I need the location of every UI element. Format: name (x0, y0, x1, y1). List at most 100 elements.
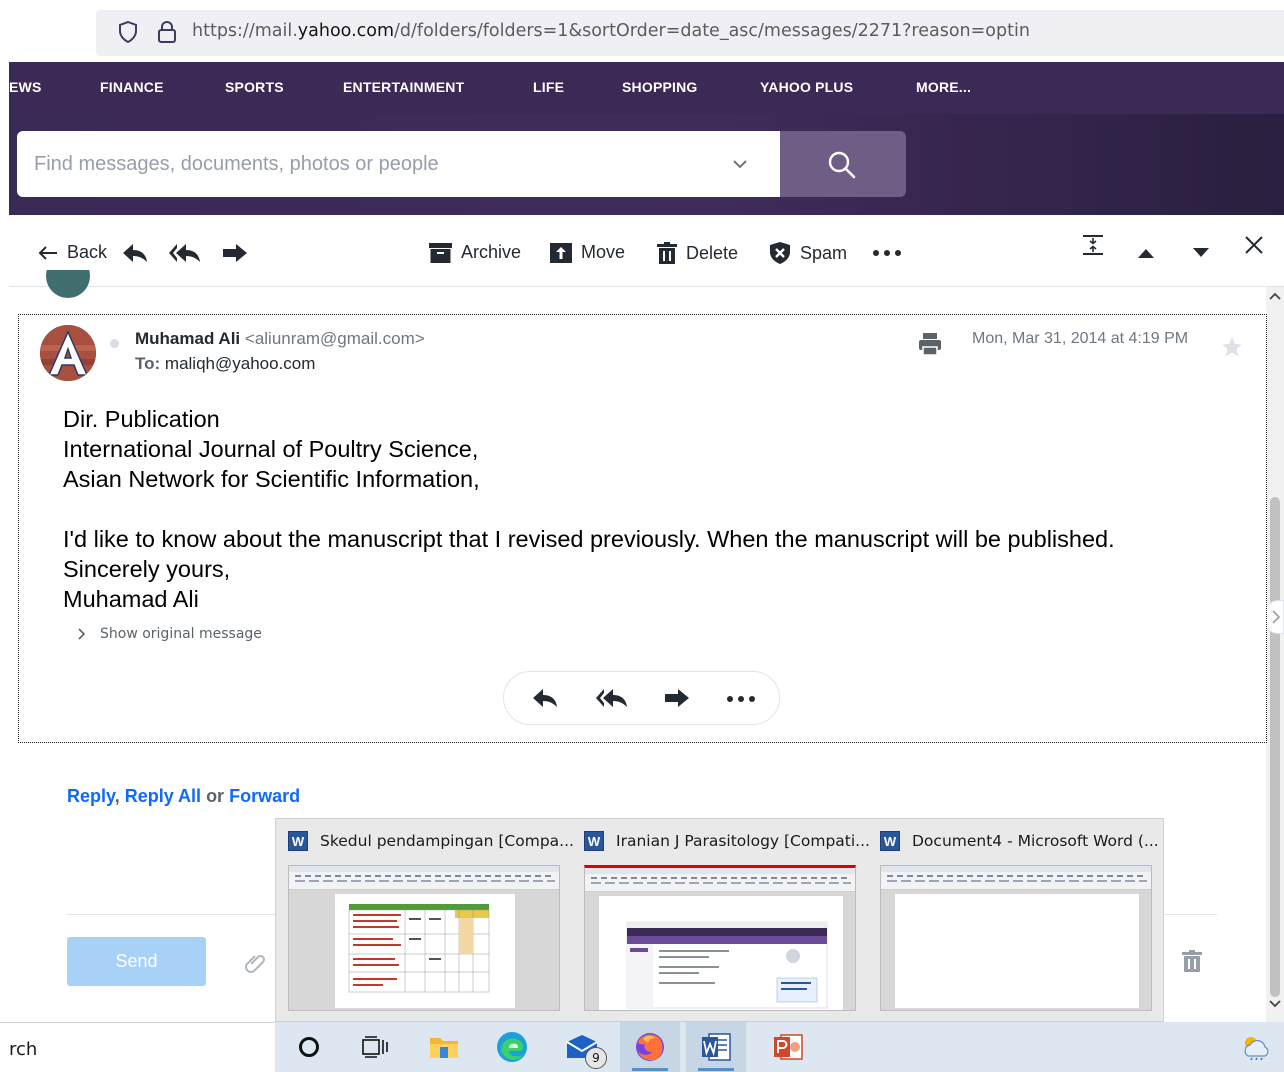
url-prefix: https://mail. (192, 21, 298, 41)
previous-message-button[interactable] (1138, 248, 1154, 258)
nav-item-sports[interactable]: SPORTS (225, 79, 284, 95)
weather-cloud-icon (1244, 1037, 1269, 1060)
scroll-down-icon[interactable] (1269, 999, 1281, 1009)
reply-all-button[interactable] (169, 243, 201, 263)
reply-all-icon[interactable] (596, 688, 628, 708)
caret-down-icon (1193, 248, 1209, 257)
window-title: Document4 - Microsoft Word (... (912, 832, 1159, 850)
search-input[interactable] (34, 149, 714, 179)
message-body: Dir. Publication International Journal o… (63, 404, 1115, 614)
forward-icon[interactable] (664, 688, 690, 708)
nav-item-yahoo-plus[interactable]: YAHOO PLUS (760, 79, 853, 95)
mail-unread-badge: 9 (585, 1047, 607, 1069)
paperclip-icon[interactable] (244, 951, 268, 975)
sender-name: Muhamad Ali (135, 329, 241, 348)
nav-item-finance[interactable]: FINANCE (100, 79, 164, 95)
firefox-button[interactable] (620, 1022, 680, 1072)
lock-icon[interactable] (157, 20, 177, 44)
body-line: Sincerely yours, (63, 556, 231, 582)
back-button[interactable]: Back (38, 242, 107, 263)
arrow-left-icon (38, 245, 57, 260)
star-icon[interactable] (1221, 336, 1243, 358)
powerpoint-app-button[interactable] (758, 1022, 818, 1072)
document-screenshot-thumbnail (626, 921, 828, 1009)
reply-link[interactable]: Reply (67, 786, 115, 806)
chevron-down-icon[interactable] (731, 155, 749, 173)
browser-url-bar: https://mail.yahoo.com/d/folders/folders… (0, 0, 1284, 62)
spam-label: Spam (800, 242, 848, 263)
spam-button[interactable]: Spam (769, 242, 847, 264)
window-preview[interactable]: W Skedul pendampingan [Compa... (276, 819, 574, 1023)
to-address[interactable]: maliqh@yahoo.com (165, 354, 316, 373)
folder-icon (430, 1038, 458, 1058)
scroll-up-icon[interactable] (1269, 291, 1281, 301)
task-view-button[interactable] (345, 1022, 405, 1072)
archive-label: Archive (461, 242, 522, 262)
collapse-all-button[interactable] (1083, 235, 1103, 255)
sender-email: <aliunram@gmail.com> (244, 329, 425, 348)
nav-item-entertainment[interactable]: ENTERTAINMENT (343, 79, 464, 95)
forward-button[interactable] (222, 243, 248, 263)
cortana-circle-icon (299, 1037, 319, 1057)
avatar-letter-a-icon (40, 325, 96, 381)
move-button[interactable]: Move (550, 242, 625, 263)
show-original-toggle[interactable]: Show original message (78, 626, 262, 642)
running-indicator (698, 1068, 734, 1071)
nav-item-life[interactable]: LIFE (533, 79, 564, 95)
message-actions-pill (503, 671, 780, 725)
close-message-button[interactable] (1245, 236, 1263, 254)
chevron-right-icon (1272, 610, 1281, 624)
archive-icon (429, 242, 452, 263)
move-label: Move (581, 242, 626, 262)
reply-all-link[interactable]: Reply All (125, 786, 201, 806)
send-button[interactable]: Send (67, 937, 206, 986)
discard-draft-icon[interactable] (1182, 950, 1202, 972)
forward-icon (223, 244, 247, 262)
weather-widget[interactable] (1226, 1022, 1284, 1072)
yahoo-top-nav: EWS FINANCE SPORTS ENTERTAINMENT LIFE SH… (9, 62, 1284, 114)
shield-icon[interactable] (118, 21, 138, 43)
windows-taskbar: rch 9 (0, 1022, 1284, 1072)
nav-item-more[interactable]: MORE... (916, 79, 971, 95)
reply-icon[interactable] (532, 688, 558, 708)
nav-item-shopping[interactable]: SHOPPING (622, 79, 698, 95)
more-horizontal-icon[interactable] (727, 696, 755, 702)
move-icon (550, 242, 572, 263)
url-text[interactable]: https://mail.yahoo.com/d/folders/folders… (192, 21, 1030, 41)
next-message-button[interactable] (1193, 248, 1209, 258)
file-explorer-button[interactable] (414, 1022, 474, 1072)
window-thumbnail (584, 865, 856, 1011)
powerpoint-icon (774, 1034, 803, 1060)
window-title: Skedul pendampingan [Compa... (320, 832, 574, 850)
more-actions-button[interactable] (873, 250, 901, 256)
mail-app-button[interactable]: 9 (552, 1022, 612, 1072)
url-suffix: /d/folders/folders=1&sortOrder=date_asc/… (394, 21, 1030, 41)
taskbar-search-box[interactable]: rch (0, 1022, 275, 1072)
search-button[interactable] (780, 131, 906, 197)
collapse-icon (1083, 235, 1103, 255)
window-preview[interactable]: W Iranian J Parasitology [Compati... (572, 819, 870, 1023)
edge-browser-button[interactable] (482, 1022, 542, 1072)
cortana-button[interactable] (279, 1022, 339, 1072)
page-scrollbar[interactable] (1266, 287, 1284, 1022)
show-original-label: Show original message (100, 626, 262, 642)
window-preview[interactable]: W Document4 - Microsoft Word (... (868, 819, 1164, 1023)
spam-shield-icon (770, 242, 790, 264)
scroll-thumb[interactable] (1270, 497, 1280, 997)
task-view-icon (362, 1036, 388, 1058)
body-line (63, 494, 1115, 524)
forward-link[interactable]: Forward (229, 786, 300, 806)
archive-button[interactable]: Archive (429, 242, 521, 263)
message-date: Mon, Mar 31, 2014 at 4:19 PM (972, 330, 1189, 347)
print-icon[interactable] (918, 332, 942, 356)
sender[interactable]: Muhamad Ali <aliunram@gmail.com> (135, 329, 425, 349)
reply-button[interactable] (122, 243, 148, 263)
avatar[interactable] (40, 325, 96, 381)
to-label: To: (135, 354, 161, 373)
reply-icon (123, 244, 147, 262)
previous-message-avatar[interactable] (46, 270, 90, 300)
delete-button[interactable]: Delete (657, 242, 738, 264)
word-icon (702, 1033, 731, 1061)
nav-item-news[interactable]: EWS (9, 79, 42, 95)
word-app-button[interactable] (686, 1022, 746, 1072)
